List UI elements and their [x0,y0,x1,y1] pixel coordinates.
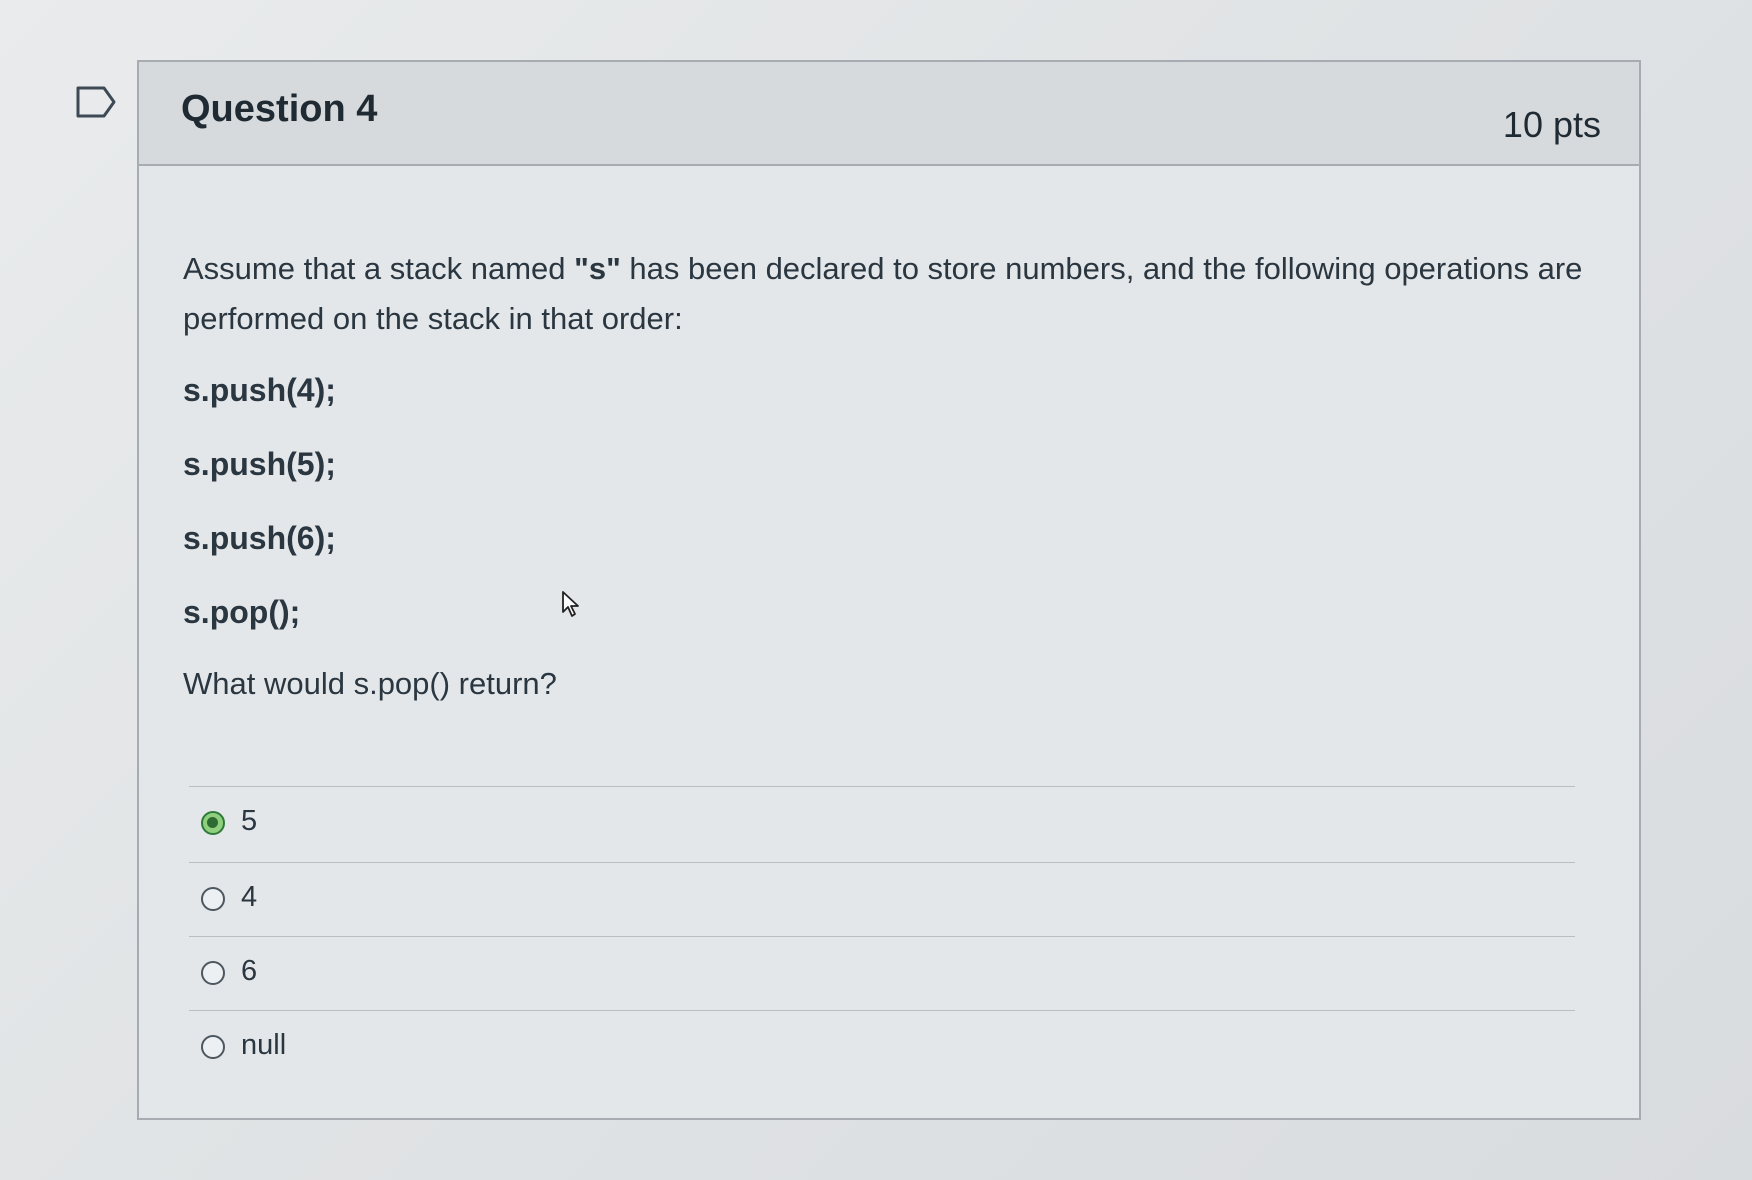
question-body: Assume that a stack named "s" has been d… [183,244,1603,710]
question-title: Question 4 [181,88,378,130]
quiz-page: Question 4 10 pts Assume that a stack na… [0,0,1752,1180]
prompt-text-1: Assume that a stack named [183,251,575,286]
answer-label[interactable]: 6 [241,955,257,988]
radio-button[interactable] [201,887,225,911]
radio-button-selected[interactable] [201,811,225,835]
question-card: Question 4 10 pts Assume that a stack na… [137,60,1641,1120]
radio-button[interactable] [201,1035,225,1059]
question-points: 10 pts [1502,104,1601,145]
answer-label[interactable]: null [241,1029,286,1062]
code-line: s.pop(); [183,594,301,630]
answer-label[interactable]: 4 [241,881,257,914]
mouse-pointer-icon [562,591,579,617]
code-line: s.push(5); [183,446,336,482]
question-prompt: Assume that a stack named "s" has been d… [183,244,1603,344]
question-header: Question 4 10 pts [139,62,1639,166]
answer-option[interactable]: 4 [189,862,1575,936]
bookmark-flag-icon[interactable] [76,86,116,118]
answer-option[interactable]: null [189,1010,1575,1084]
answer-option[interactable]: 5 [189,786,1575,862]
question-ask: What would s.pop() return? [183,666,557,701]
prompt-stack-name: "s" [574,251,621,286]
answer-option[interactable]: 6 [189,936,1575,1010]
code-line: s.push(4); [183,372,336,408]
answer-list: 5 4 6 null [189,786,1575,1084]
radio-button[interactable] [201,961,225,985]
answer-label[interactable]: 5 [241,805,257,838]
code-line: s.push(6); [183,520,336,556]
